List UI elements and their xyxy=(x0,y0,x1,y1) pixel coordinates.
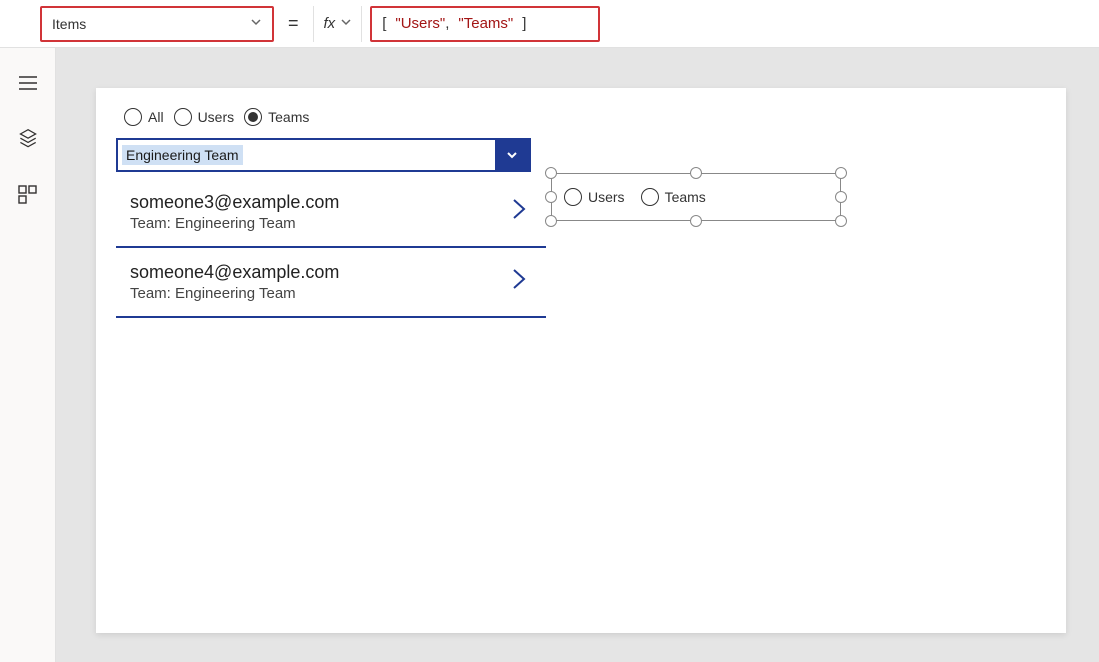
chevron-right-icon[interactable] xyxy=(510,196,528,228)
radio-label: All xyxy=(148,109,164,125)
radio-option-users[interactable]: Users xyxy=(564,188,625,206)
resize-handle[interactable] xyxy=(690,215,702,227)
list-item-info: someone3@example.com Team: Engineering T… xyxy=(130,192,339,232)
canvas[interactable]: All Users Teams Engineering Team xyxy=(96,88,1066,633)
layers-icon[interactable] xyxy=(17,128,39,150)
radio-circle-icon xyxy=(641,188,659,206)
radio-option-teams[interactable]: Teams xyxy=(244,108,309,126)
formula-token-bracket: ] xyxy=(522,15,526,32)
left-rail xyxy=(0,48,56,662)
equals-label: = xyxy=(288,13,299,34)
list-item[interactable]: someone3@example.com Team: Engineering T… xyxy=(116,178,546,248)
radio-label: Teams xyxy=(268,109,309,125)
list-item[interactable]: someone4@example.com Team: Engineering T… xyxy=(116,248,546,318)
resize-handle[interactable] xyxy=(835,167,847,179)
chevron-right-icon[interactable] xyxy=(510,266,528,298)
canvas-background: All Users Teams Engineering Team xyxy=(56,48,1099,662)
radio-option-all[interactable]: All xyxy=(124,108,164,126)
radio-group-filter: All Users Teams xyxy=(124,108,1046,126)
fx-button[interactable]: fx xyxy=(313,6,363,42)
list-item-title: someone4@example.com xyxy=(130,262,339,283)
formula-input[interactable]: [ "Users" , "Teams" ] xyxy=(370,6,600,42)
combobox-value: Engineering Team xyxy=(122,145,243,165)
resize-handle[interactable] xyxy=(835,191,847,203)
resize-handle[interactable] xyxy=(690,167,702,179)
list-item-info: someone4@example.com Team: Engineering T… xyxy=(130,262,339,302)
resize-handle[interactable] xyxy=(835,215,847,227)
list-item-subtitle: Team: Engineering Team xyxy=(130,285,339,302)
property-dropdown[interactable]: Items xyxy=(40,6,274,42)
formula-bar: Items = fx [ "Users" , "Teams" ] xyxy=(0,0,1099,48)
people-gallery: someone3@example.com Team: Engineering T… xyxy=(116,178,546,318)
radio-option-teams[interactable]: Teams xyxy=(641,188,706,206)
radio-circle-icon xyxy=(244,108,262,126)
list-item-title: someone3@example.com xyxy=(130,192,339,213)
formula-token-comma: , xyxy=(445,15,449,32)
radio-circle-icon xyxy=(564,188,582,206)
resize-handle[interactable] xyxy=(545,167,557,179)
chevron-down-icon xyxy=(495,140,529,170)
components-icon[interactable] xyxy=(17,184,39,206)
chevron-down-icon xyxy=(341,17,351,30)
formula-token-string: "Users" xyxy=(395,15,445,32)
formula-token-bracket: [ xyxy=(382,15,386,32)
hamburger-icon[interactable] xyxy=(17,72,39,94)
radio-option-users[interactable]: Users xyxy=(174,108,235,126)
chevron-down-icon xyxy=(250,16,262,31)
resize-handle[interactable] xyxy=(545,191,557,203)
selected-radio-control[interactable]: Users Teams xyxy=(551,173,841,221)
radio-label: Users xyxy=(588,189,625,205)
radio-circle-icon xyxy=(174,108,192,126)
radio-label: Teams xyxy=(665,189,706,205)
radio-group-items: Users Teams xyxy=(551,173,841,221)
list-item-subtitle: Team: Engineering Team xyxy=(130,215,339,232)
radio-circle-icon xyxy=(124,108,142,126)
team-combobox[interactable]: Engineering Team xyxy=(116,138,531,172)
resize-handle[interactable] xyxy=(545,215,557,227)
property-dropdown-label: Items xyxy=(52,16,86,32)
formula-token-string: "Teams" xyxy=(458,15,513,32)
main-area: All Users Teams Engineering Team xyxy=(0,48,1099,662)
fx-label: fx xyxy=(324,15,336,32)
radio-label: Users xyxy=(198,109,235,125)
